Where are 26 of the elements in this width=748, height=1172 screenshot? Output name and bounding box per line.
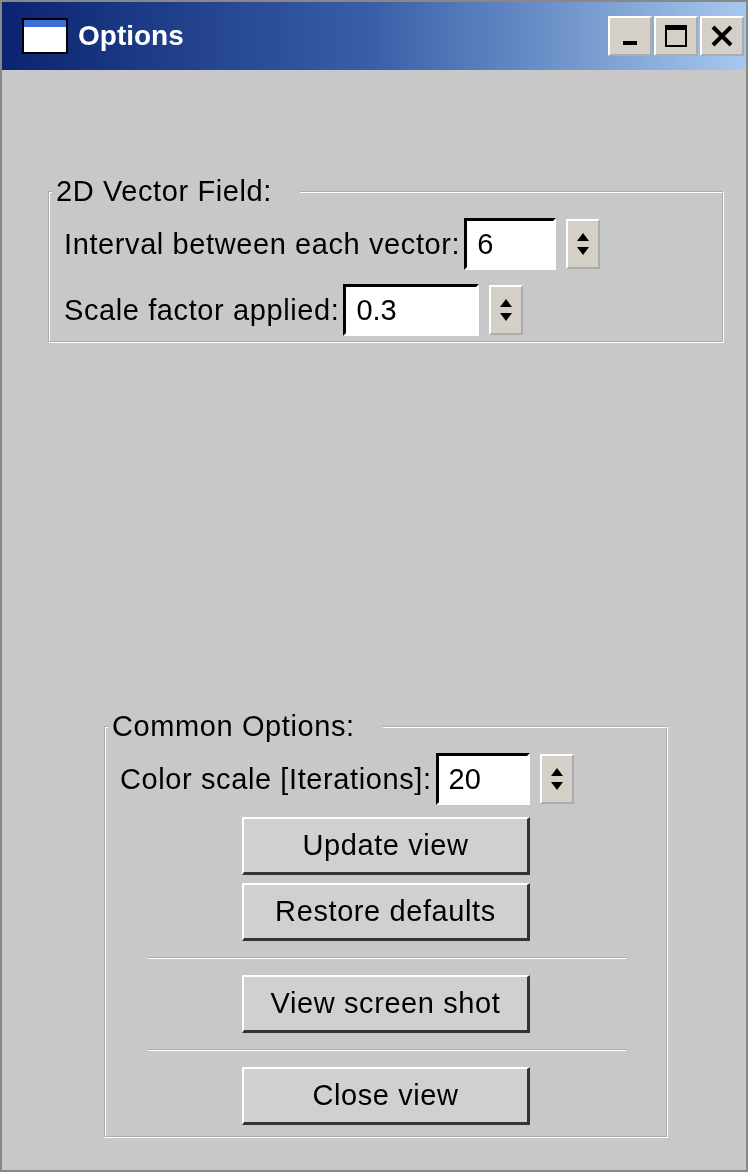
close-button[interactable] [700, 16, 744, 56]
field-label: Scale factor applied: [64, 293, 340, 327]
push-button[interactable]: View screen shot [242, 975, 530, 1033]
minimize-icon [623, 41, 637, 45]
window-icon [22, 18, 68, 54]
up-down-arrows-icon [549, 767, 564, 791]
up-down-arrows-icon [499, 298, 514, 322]
field-label: Interval between each vector: [64, 227, 461, 261]
input-field[interactable]: 0.3 [343, 284, 480, 336]
close-icon [710, 24, 734, 48]
spin-button[interactable] [539, 754, 574, 804]
push-button[interactable]: Close view [242, 1067, 530, 1125]
field-label: Color scale [Iterations]: [120, 762, 432, 796]
window-title: Options [78, 20, 184, 52]
input-field[interactable]: 20 [435, 753, 530, 805]
maximize-button[interactable] [654, 16, 698, 56]
push-button[interactable]: Update view [242, 817, 530, 875]
group-title: Common Options: [111, 710, 356, 743]
push-button[interactable]: Restore defaults [242, 883, 530, 941]
group-title: 2D Vector Field: [55, 175, 273, 208]
spin-button[interactable] [566, 219, 601, 269]
minimize-button[interactable] [608, 16, 652, 56]
up-down-arrows-icon [576, 232, 591, 256]
maximize-icon [664, 24, 688, 48]
spin-button[interactable] [489, 285, 524, 335]
input-field[interactable]: 6 [464, 218, 557, 270]
